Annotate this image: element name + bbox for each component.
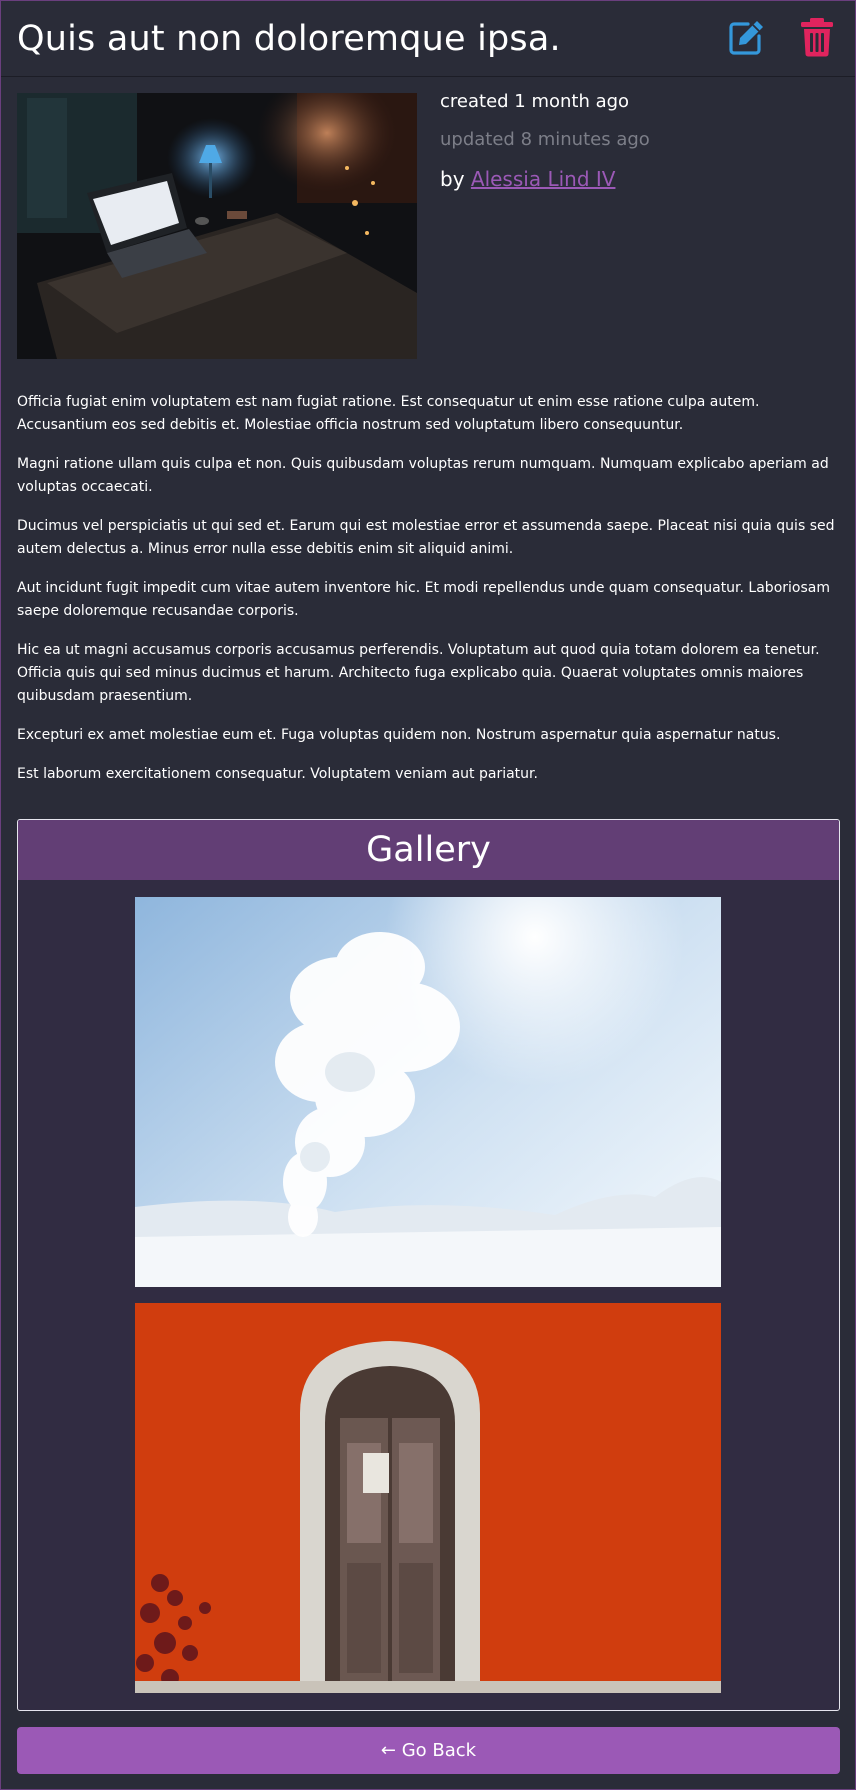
gallery-panel: Gallery — [17, 819, 840, 1711]
post-meta: created 1 month ago updated 8 minutes ag… — [440, 91, 650, 205]
paragraph: Officia fugiat enim voluptatem est nam f… — [17, 394, 760, 433]
author-line: by Alessia Lind IV — [440, 167, 650, 205]
paragraph: Magni ratione ullam quis culpa et non. Q… — [17, 456, 829, 495]
by-label: by — [440, 167, 465, 191]
trash-icon — [801, 18, 833, 57]
created-date: created 1 month ago — [440, 91, 630, 112]
post-image — [17, 93, 417, 359]
gallery-title: Gallery — [18, 820, 839, 880]
go-back-button[interactable]: ← Go Back — [17, 1727, 840, 1774]
updated-date: updated 8 minutes ago — [440, 129, 650, 150]
edit-icon — [729, 21, 763, 55]
paragraph: Hic ea ut magni accusamus corporis accus… — [17, 642, 820, 704]
page-frame: Quis aut non doloremque ipsa. created 1 … — [0, 0, 856, 1790]
post-body: Officia fugiat enim voluptatem est nam f… — [17, 391, 839, 802]
delete-button[interactable] — [797, 17, 837, 57]
paragraph: Ducimus vel perspiciatis ut qui sed et. … — [17, 518, 835, 557]
gallery-image-steam[interactable] — [135, 897, 721, 1287]
paragraph: Excepturi ex amet molestiae eum et. Fuga… — [17, 727, 781, 743]
paragraph: Aut incidunt fugit impedit cum vitae aut… — [17, 580, 830, 619]
gallery-image-door[interactable] — [135, 1303, 721, 1693]
page-title: Quis aut non doloremque ipsa. — [17, 19, 561, 59]
author-link[interactable]: Alessia Lind IV — [471, 167, 616, 191]
page-header: Quis aut non doloremque ipsa. — [1, 1, 855, 77]
edit-button[interactable] — [726, 17, 766, 57]
paragraph: Est laborum exercitationem consequatur. … — [17, 766, 538, 782]
